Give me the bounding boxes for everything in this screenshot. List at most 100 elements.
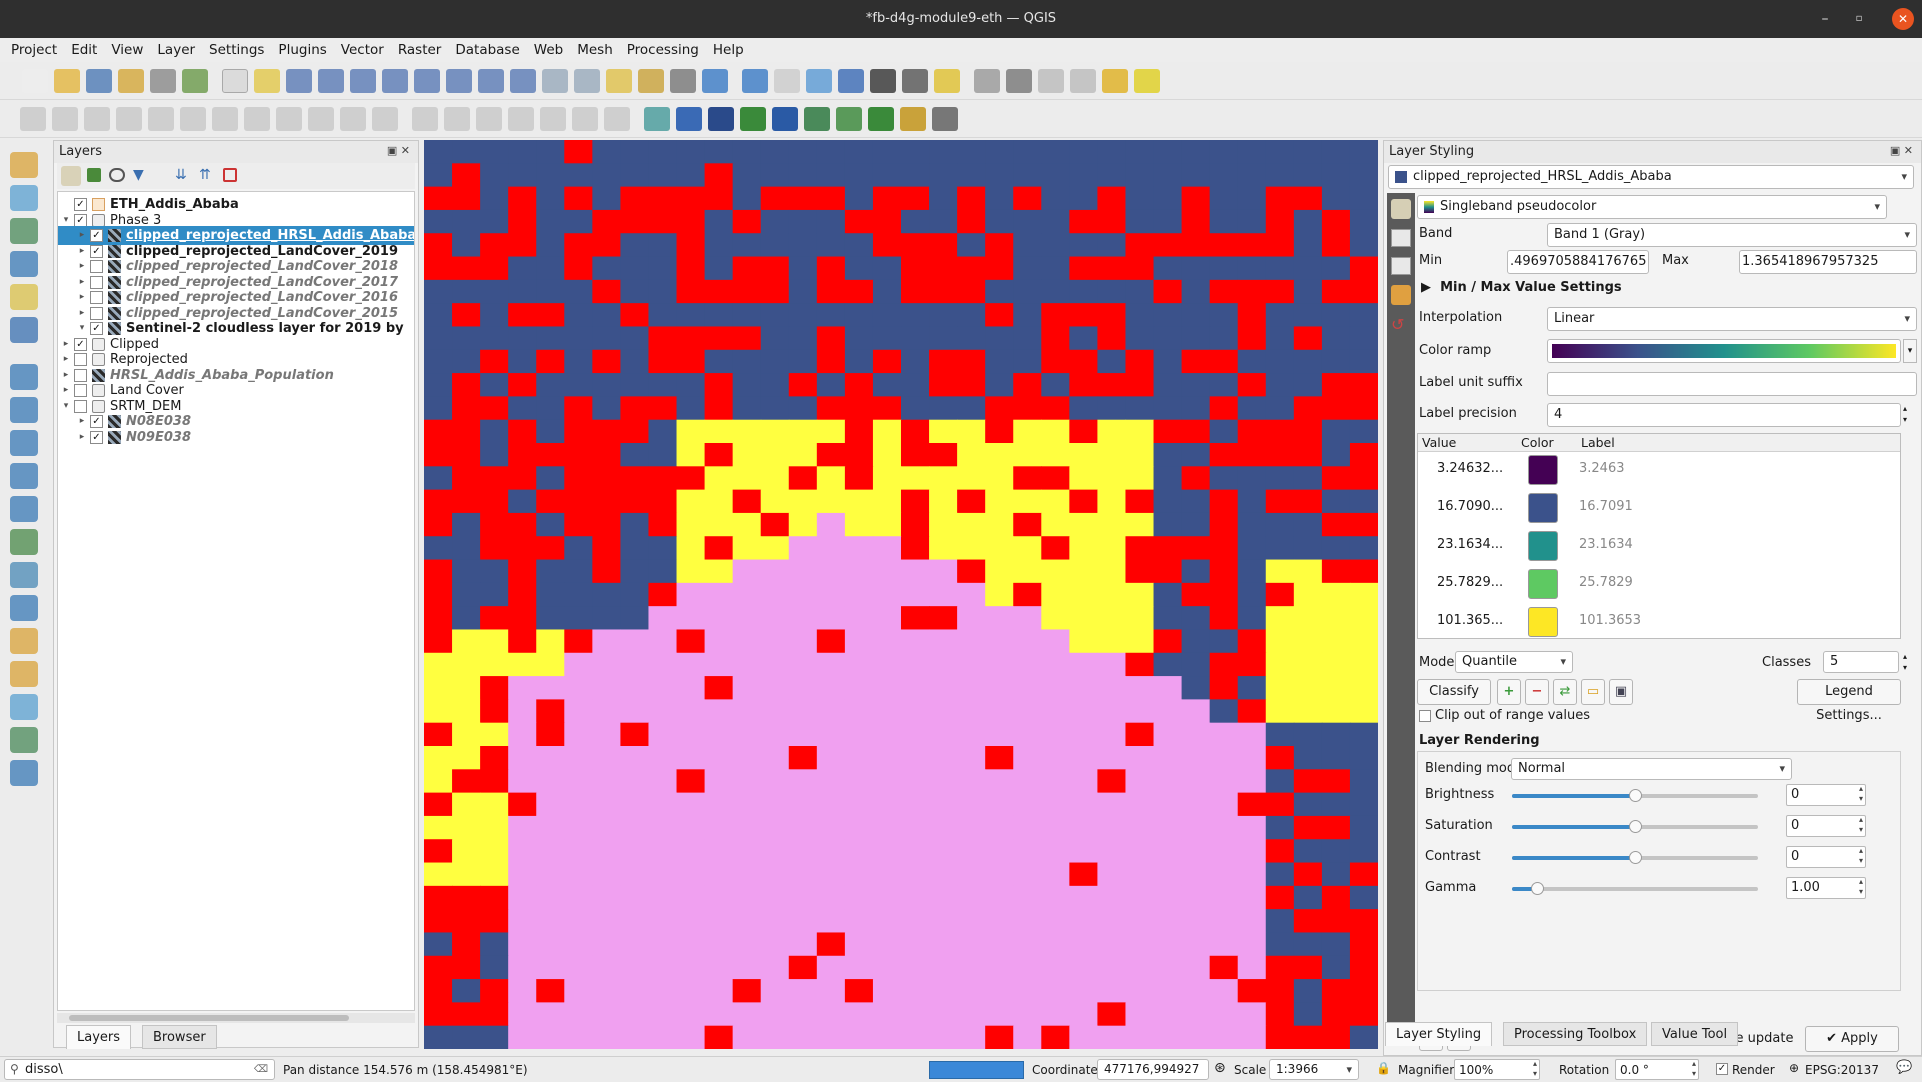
quickmap-icon[interactable]	[932, 107, 958, 131]
rendering-tab-icon[interactable]	[1391, 285, 1411, 305]
zoom-last-icon[interactable]	[478, 69, 504, 93]
messages-icon[interactable]: 💬	[1896, 1060, 1912, 1075]
style-manager-icon[interactable]	[182, 69, 208, 93]
layer-visibility-checkbox[interactable]	[74, 399, 87, 413]
class-value[interactable]: 16.7090...	[1437, 499, 1503, 514]
save-as-icon[interactable]	[118, 69, 144, 93]
qgis2web-icon[interactable]	[900, 107, 926, 131]
layer-visibility-checkbox[interactable]: ✓	[90, 430, 103, 444]
gps-icon[interactable]	[708, 107, 734, 131]
saturation-slider[interactable]	[1512, 820, 1758, 833]
temporal-controller-icon[interactable]	[670, 69, 696, 93]
scale-selector[interactable]: 1:3966	[1269, 1059, 1359, 1080]
gamma-slider[interactable]	[1512, 882, 1758, 895]
osm-icon[interactable]	[772, 107, 798, 131]
add-oracle-icon[interactable]	[10, 727, 38, 753]
menu-layer[interactable]: Layer	[150, 42, 202, 58]
map-canvas[interactable]	[424, 140, 1378, 1049]
deselect-icon[interactable]	[1070, 69, 1096, 93]
history-tab-icon[interactable]: ↺	[1391, 315, 1411, 335]
zoom-full-icon[interactable]	[350, 69, 376, 93]
layer-tree-item[interactable]: ▸ ✓ N09E038	[58, 428, 414, 447]
copy-icon[interactable]	[276, 107, 302, 131]
color-ramp-button[interactable]	[1547, 339, 1901, 363]
zoom-next-icon[interactable]	[510, 69, 536, 93]
label-toolbar-icon[interactable]	[412, 107, 438, 131]
zoom-selection-icon[interactable]	[382, 69, 408, 93]
tab-processing-toolbox[interactable]: Processing Toolbox	[1503, 1022, 1648, 1046]
add-layer-icon[interactable]	[1102, 69, 1128, 93]
menu-plugins[interactable]: Plugins	[271, 42, 333, 58]
save-edits-icon[interactable]	[84, 107, 110, 131]
delete-selected-icon[interactable]	[212, 107, 238, 131]
classes-stepper[interactable]: ▴ ▾	[1903, 651, 1907, 673]
zoom-layer-icon[interactable]	[414, 69, 440, 93]
save-project-icon[interactable]	[86, 69, 112, 93]
redo-icon[interactable]	[372, 107, 398, 131]
close-window-button[interactable]: ✕	[1892, 8, 1914, 30]
band-selector[interactable]: Band 1 (Gray)	[1547, 223, 1917, 247]
layer-visibility-checkbox[interactable]: ✓	[90, 229, 103, 242]
class-row[interactable]: 23.1634... 23.1634	[1418, 530, 1798, 561]
add-delimited-icon[interactable]	[10, 284, 38, 310]
attribute-table-icon[interactable]	[774, 69, 800, 93]
class-value[interactable]: 25.7829...	[1437, 575, 1503, 590]
expand-all-icon[interactable]: ⇊	[175, 167, 187, 183]
remove-class-icon[interactable]: −	[1525, 679, 1549, 705]
zoom-in-icon[interactable]	[286, 69, 312, 93]
add-wcs-icon[interactable]	[10, 463, 38, 489]
horizontal-scrollbar[interactable]	[57, 1013, 415, 1023]
show-bookmarks-icon[interactable]	[638, 69, 664, 93]
identify-icon[interactable]	[742, 69, 768, 93]
menu-help[interactable]: Help	[706, 42, 751, 58]
class-color-swatch[interactable]	[1528, 569, 1558, 599]
menu-settings[interactable]: Settings	[202, 42, 271, 58]
class-color-swatch[interactable]	[1528, 607, 1558, 637]
contrast-input[interactable]: 0	[1786, 846, 1866, 868]
tab-layers[interactable]: Layers	[66, 1025, 132, 1049]
layer-visibility-checkbox[interactable]	[74, 353, 87, 366]
locator-search-input[interactable]: ⚲ disso\ ⌫	[4, 1059, 275, 1080]
add-vector-tile-icon[interactable]	[10, 529, 38, 555]
add-postgis-icon[interactable]	[10, 364, 38, 390]
clip-range-checkbox[interactable]	[1419, 710, 1431, 722]
select-features-icon[interactable]	[1038, 69, 1064, 93]
layer-visibility-checkbox[interactable]: ✓	[90, 415, 103, 428]
menu-view[interactable]: View	[104, 42, 150, 58]
minimize-button[interactable]: –	[1810, 0, 1840, 38]
precision-stepper[interactable]: ▴ ▾	[1903, 403, 1907, 425]
georeferencer-icon[interactable]	[836, 107, 862, 131]
toggle-extents-icon[interactable]: ⊛	[1214, 1060, 1226, 1076]
move-label-icon[interactable]	[540, 107, 566, 131]
class-label[interactable]: 3.2463	[1579, 461, 1625, 476]
pan-to-selection-icon[interactable]	[254, 69, 280, 93]
layer-visibility-checkbox[interactable]: ✓	[74, 337, 87, 351]
add-group-icon[interactable]	[87, 168, 101, 182]
modify-attributes-icon[interactable]	[180, 107, 206, 131]
add-mssql-icon[interactable]	[10, 760, 38, 786]
help-icon[interactable]	[804, 107, 830, 131]
class-row[interactable]: 3.24632... 3.2463	[1418, 454, 1798, 485]
menu-raster[interactable]: Raster	[391, 42, 449, 58]
add-wfs-icon[interactable]	[10, 430, 38, 456]
metasearch-icon[interactable]	[740, 107, 766, 131]
color-column-header[interactable]: Color	[1521, 435, 1554, 450]
label-pin-icon[interactable]	[476, 107, 502, 131]
visibility-icon[interactable]	[109, 168, 125, 182]
value-column-header[interactable]: Value	[1422, 435, 1456, 450]
expand-arrow-icon[interactable]: ▸	[76, 428, 88, 447]
style-manager-icon[interactable]	[61, 166, 81, 186]
class-value[interactable]: 3.24632...	[1437, 461, 1503, 476]
measure-icon[interactable]	[902, 69, 928, 93]
class-row[interactable]: 25.7829... 25.7829	[1418, 568, 1798, 599]
tab-browser[interactable]: Browser	[142, 1025, 217, 1049]
layer-selector[interactable]: clipped_reprojected_HRSL_Addis_Ababa	[1388, 165, 1914, 189]
add-raster-icon[interactable]	[10, 218, 38, 244]
menu-edit[interactable]: Edit	[64, 42, 104, 58]
map-tips-icon[interactable]	[934, 69, 960, 93]
label-column-header[interactable]: Label	[1581, 435, 1615, 450]
legend-settings-button[interactable]: Legend Settings...	[1797, 679, 1901, 723]
panel-close-icon[interactable]: ▣ ✕	[387, 144, 410, 157]
class-color-swatch[interactable]	[1528, 455, 1558, 485]
new-project-icon[interactable]	[22, 69, 48, 93]
